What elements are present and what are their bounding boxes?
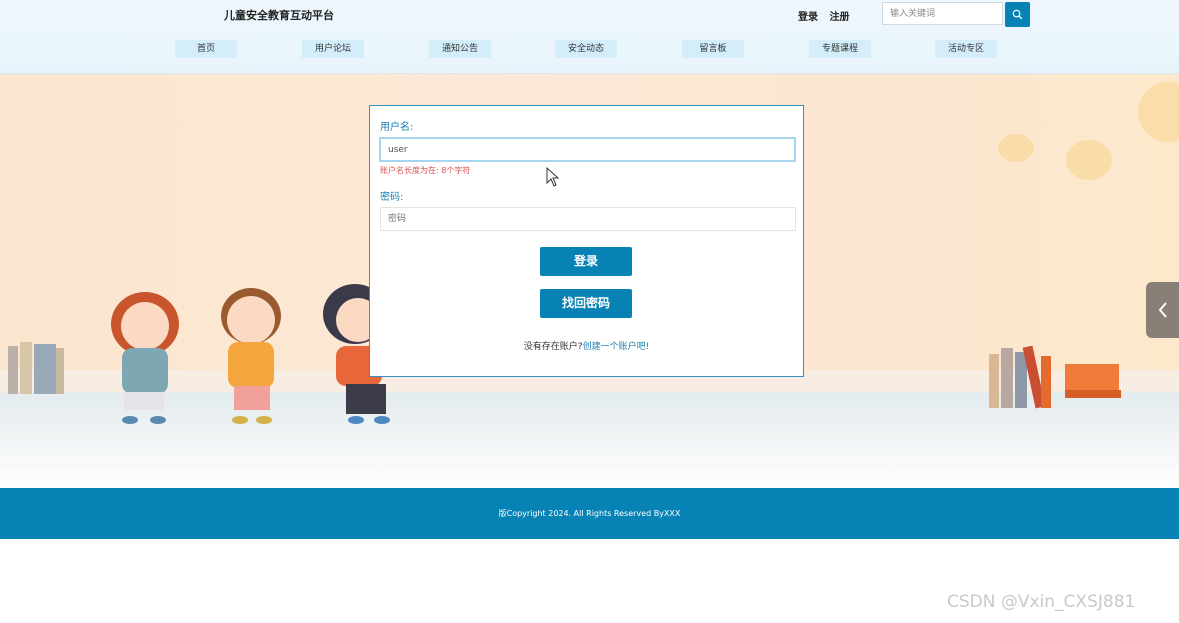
username-input[interactable] [379, 137, 796, 162]
nav-item-forum[interactable]: 用户论坛 [302, 40, 364, 58]
search-box [882, 2, 1030, 27]
main-nav: 首页 用户论坛 通知公告 安全动态 留言板 专题课程 活动专区 [0, 40, 1179, 58]
nav-item-activities[interactable]: 活动专区 [935, 40, 997, 58]
decor-blob [1066, 140, 1112, 180]
username-label: 用户名: [380, 122, 414, 133]
chevron-left-icon [1158, 302, 1167, 318]
side-scroll-button[interactable] [1146, 282, 1179, 338]
signup-prompt-text: 没有存在账户? [523, 342, 583, 352]
site-footer: 版Copyright 2024. All Rights Reserved ByX… [0, 488, 1179, 539]
mouse-cursor-icon [546, 167, 560, 187]
nav-item-courses[interactable]: 专题课程 [809, 40, 871, 58]
create-account-link[interactable]: 创建一个账户吧! [583, 342, 650, 352]
nav-item-safety-news[interactable]: 安全动态 [555, 40, 617, 58]
nav-item-message-board[interactable]: 留言板 [682, 40, 744, 58]
password-input[interactable] [380, 207, 796, 231]
login-card: 用户名: 账户名长度为在: 8个字符 密码: 登录 找回密码 没有存在账户?创建… [369, 105, 804, 377]
decor-blob [998, 134, 1034, 162]
watermark: CSDN @Vxin_CXSJ881 [947, 592, 1136, 612]
register-link[interactable]: 注册 [829, 12, 849, 23]
nav-item-notices[interactable]: 通知公告 [429, 40, 491, 58]
auth-links: 登录 注册 [798, 8, 857, 23]
search-input[interactable] [882, 2, 1003, 25]
password-label: 密码: [380, 192, 404, 203]
username-error: 账户名长度为在: 8个字符 [380, 166, 471, 175]
books-illustration [989, 345, 1121, 409]
children-illustration [8, 284, 390, 424]
signup-prompt: 没有存在账户?创建一个账户吧! [370, 339, 803, 352]
site-header: 儿童安全教育互动平台 登录 注册 首页 用户论坛 通知公告 安全动态 留言板 专… [0, 0, 1179, 74]
search-icon [1012, 9, 1023, 20]
login-button[interactable]: 登录 [540, 247, 632, 276]
nav-item-home[interactable]: 首页 [175, 40, 237, 58]
footer-copyright: 版Copyright 2024. All Rights Reserved ByX… [498, 509, 681, 518]
recover-password-button[interactable]: 找回密码 [540, 289, 632, 318]
decor-blob [1138, 82, 1179, 142]
login-link[interactable]: 登录 [798, 12, 818, 23]
site-title: 儿童安全教育互动平台 [224, 9, 334, 22]
search-button[interactable] [1005, 2, 1030, 27]
